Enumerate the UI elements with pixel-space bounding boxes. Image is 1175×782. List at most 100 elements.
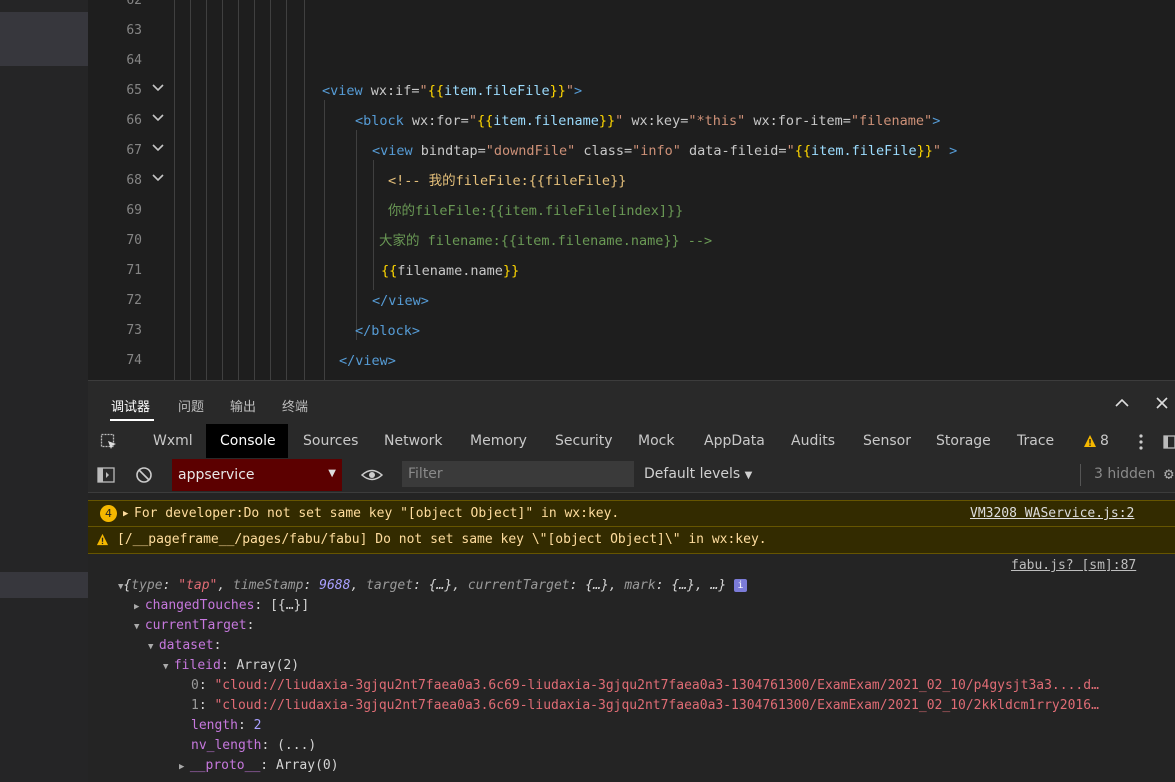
- tab-debugger[interactable]: 调试器: [111, 396, 150, 415]
- expand-triangle-icon[interactable]: ▼: [134, 622, 145, 632]
- sidebar-toggle-icon[interactable]: [97, 466, 115, 484]
- property-value: Array(0): [275, 758, 339, 773]
- tab-wxml[interactable]: Wxml: [153, 433, 193, 449]
- tab-network[interactable]: Network: [384, 433, 442, 449]
- source-link[interactable]: fabu.js? [sm]:87: [1011, 557, 1136, 575]
- settings-gear-icon[interactable]: ⚙: [1164, 464, 1174, 483]
- chevron-up-icon[interactable]: [1114, 395, 1130, 411]
- warning-icon: [96, 533, 109, 546]
- line-number: 62: [126, 0, 142, 8]
- property-key: fileid: [173, 658, 221, 673]
- expand-triangle-icon[interactable]: ▶: [123, 505, 128, 523]
- tab-console[interactable]: Console: [220, 433, 276, 449]
- tree-node-changedTouches[interactable]: ▶ changedTouches: [{…}]: [134, 597, 1134, 616]
- devtools-panel: 调试器 问题 输出 终端 Wxml Console Sources Networ…: [88, 380, 1175, 782]
- code-line[interactable]: <view bindtap="downdFile" class="info" d…: [372, 143, 957, 159]
- drawer-tab-bar: 调试器 问题 输出 终端: [88, 380, 1175, 425]
- property-key: timeStamp: [233, 578, 304, 593]
- indent-guide: [304, 0, 305, 380]
- tab-issues[interactable]: 问题: [178, 396, 204, 415]
- property-key: currentTarget: [467, 578, 570, 593]
- indent-guide: [222, 0, 223, 380]
- code-editor[interactable]: 62 63 64 65 66 67 68 69 70 71 72 73 74 <…: [88, 0, 1175, 380]
- expand-triangle-icon[interactable]: ▼: [163, 662, 174, 672]
- info-icon[interactable]: i: [734, 579, 747, 592]
- tab-storage[interactable]: Storage: [936, 433, 991, 449]
- fold-chevron-icon[interactable]: [150, 80, 166, 96]
- property-key: currentTarget: [144, 618, 247, 633]
- tab-memory[interactable]: Memory: [470, 433, 527, 449]
- close-icon[interactable]: [1154, 395, 1170, 411]
- console-message-partial: [88, 493, 1175, 497]
- comma: ,: [217, 578, 234, 593]
- dock-icon[interactable]: [1163, 433, 1175, 451]
- warning-message: For developer:Do not set same key "[obje…: [134, 506, 620, 521]
- repeat-count-badge: 4: [100, 505, 117, 522]
- log-levels-dropdown[interactable]: Default levels ▼: [644, 466, 752, 482]
- tab-sensor[interactable]: Sensor: [863, 433, 911, 449]
- code-line[interactable]: <block wx:for="{{item.filename}}" wx:key…: [355, 113, 940, 129]
- fold-chevron-icon[interactable]: [150, 170, 166, 186]
- console-warning[interactable]: 4 ▶ For developer:Do not set same key "[…: [88, 500, 1175, 527]
- tab-appdata[interactable]: AppData: [704, 433, 765, 449]
- code-line[interactable]: {{filename.name}}: [381, 263, 519, 279]
- fold-chevron-icon[interactable]: [150, 110, 166, 126]
- tree-node-dataset[interactable]: ▼ dataset:: [148, 637, 1148, 656]
- console-output[interactable]: 4 ▶ For developer:Do not set same key "[…: [88, 493, 1175, 782]
- code-line[interactable]: <view wx:if="{{item.fileFile}}">: [322, 83, 582, 99]
- left-panel-selected-item[interactable]: [0, 12, 88, 66]
- line-number: 67: [126, 143, 142, 158]
- tree-node-nv_length[interactable]: nv_length: (...): [191, 737, 1151, 755]
- clear-console-icon[interactable]: [135, 466, 153, 484]
- line-number: 65: [126, 83, 142, 98]
- more-options-icon[interactable]: [1136, 433, 1146, 451]
- array-index: 1: [191, 698, 199, 713]
- code-line[interactable]: </view>: [339, 353, 396, 369]
- warning-icon[interactable]: [1083, 434, 1097, 448]
- expand-triangle-icon[interactable]: ▶: [134, 602, 145, 612]
- array-item[interactable]: 0: "cloud://liudaxia-3gjqu2nt7faea0a3.6c…: [191, 677, 1151, 695]
- filter-input[interactable]: [402, 461, 634, 487]
- code-line[interactable]: 你的fileFile:{{item.fileFile[index]}}: [388, 203, 683, 219]
- array-item[interactable]: 1: "cloud://liudaxia-3gjqu2nt7faea0a3.6c…: [191, 697, 1151, 715]
- tab-trace[interactable]: Trace: [1017, 433, 1054, 449]
- tree-node-length[interactable]: length: 2: [191, 717, 1151, 735]
- inspect-element-icon[interactable]: [100, 433, 118, 451]
- colon: :: [213, 638, 222, 653]
- indent-guide: [238, 0, 239, 380]
- console-warning[interactable]: [/__pageframe__/pages/fabu/fabu] Do not …: [88, 526, 1175, 554]
- tab-terminal[interactable]: 终端: [282, 396, 308, 415]
- expand-triangle-icon[interactable]: ▼: [148, 642, 159, 652]
- property-key: nv_length: [191, 738, 262, 753]
- code-line[interactable]: <!-- 我的fileFile:{{fileFile}}: [388, 173, 626, 189]
- tree-node-proto[interactable]: ▶ __proto__: Array(0): [179, 757, 1139, 776]
- code-line[interactable]: </block>: [355, 323, 420, 339]
- left-panel-highlight[interactable]: [0, 572, 88, 598]
- tree-node-fileid[interactable]: ▼ fileid: Array(2): [163, 657, 1163, 676]
- code-line[interactable]: 大家的 filename:{{item.filename.name}} -->: [379, 233, 712, 249]
- fold-chevron-icon[interactable]: [150, 140, 166, 156]
- expand-triangle-icon[interactable]: ▶: [179, 762, 190, 772]
- indent-guide: [174, 0, 175, 380]
- log-levels-label: Default levels: [644, 466, 741, 482]
- tab-sources[interactable]: Sources: [303, 433, 358, 449]
- eye-icon[interactable]: [361, 467, 383, 483]
- warning-message: [/__pageframe__/pages/fabu/fabu] Do not …: [117, 532, 767, 547]
- tree-node-currentTarget[interactable]: ▼ currentTarget:: [134, 617, 1134, 636]
- context-selector[interactable]: appservice ▼: [172, 459, 342, 491]
- code-line[interactable]: </view>: [372, 293, 429, 309]
- property-value: (...): [277, 738, 317, 753]
- line-number: 72: [126, 293, 142, 308]
- tab-mock[interactable]: Mock: [638, 433, 674, 449]
- colon: :: [413, 578, 429, 593]
- colon: :: [220, 658, 237, 673]
- active-tab-indicator: [110, 419, 154, 421]
- tab-audits[interactable]: Audits: [791, 433, 835, 449]
- comma: ,: [608, 578, 625, 593]
- source-link[interactable]: VM3208 WAService.js:2: [970, 505, 1134, 523]
- tab-output[interactable]: 输出: [230, 396, 256, 415]
- property-key: __proto__: [189, 758, 261, 773]
- tab-security[interactable]: Security: [555, 433, 613, 449]
- event-object-summary[interactable]: ▼{type: "tap", timeStamp: 9688, target: …: [118, 577, 1168, 596]
- property-value: 2: [253, 718, 262, 733]
